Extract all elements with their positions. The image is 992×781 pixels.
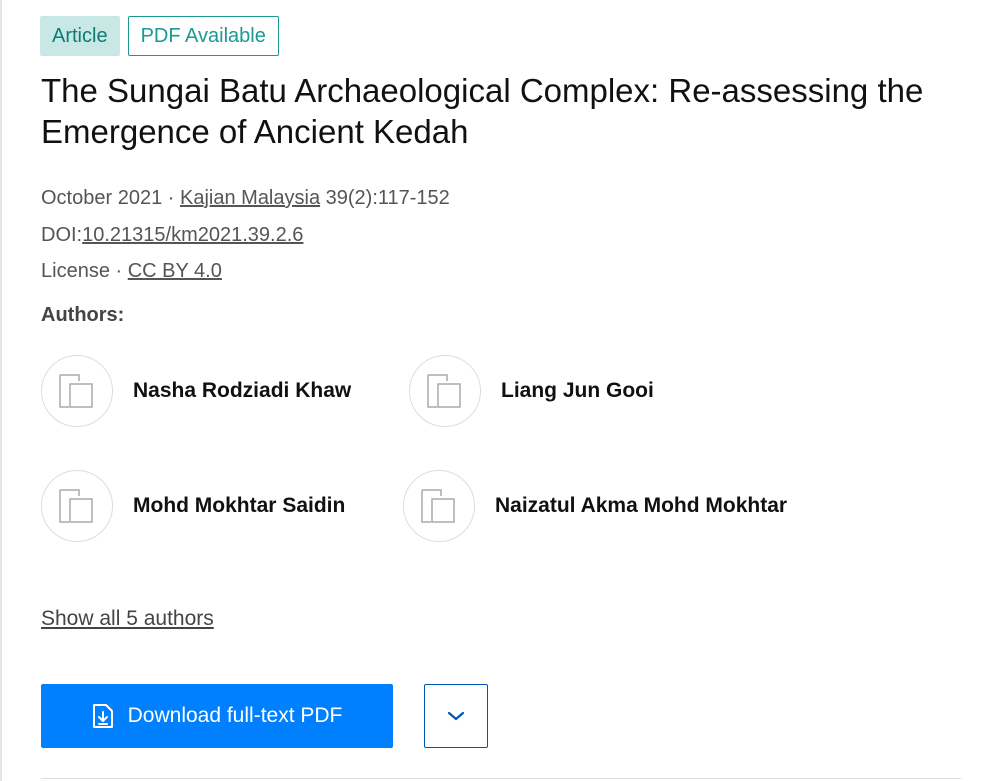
- license-label: License: [41, 260, 110, 282]
- author-name[interactable]: Nasha Rodziadi Khaw: [133, 379, 351, 403]
- article-type-badge: Article: [40, 16, 120, 56]
- chevron-down-icon: [447, 711, 465, 721]
- file-download-icon: [92, 703, 114, 729]
- author-item[interactable]: Mohd Mokhtar Saidin: [41, 470, 345, 542]
- download-options-dropdown[interactable]: [424, 684, 488, 748]
- license-line: License · CC BY 4.0: [41, 257, 222, 285]
- author-avatar[interactable]: [409, 355, 481, 427]
- publication-date: October 2021: [41, 187, 163, 209]
- download-pdf-button[interactable]: Download full-text PDF: [41, 684, 393, 748]
- meta-separator: ·: [167, 187, 175, 209]
- authors-heading: Authors:: [41, 304, 125, 326]
- section-divider: [41, 778, 961, 779]
- avatar-placeholder-icon: [59, 374, 93, 408]
- publication-date-journal: October 2021 · Kajian Malaysia 39(2):117…: [41, 184, 450, 212]
- avatar-placeholder-icon: [421, 489, 455, 523]
- doi-line: DOI:10.21315/km2021.39.2.6: [41, 221, 303, 249]
- author-avatar[interactable]: [41, 355, 113, 427]
- author-avatar[interactable]: [403, 470, 475, 542]
- avatar-placeholder-icon: [427, 374, 461, 408]
- journal-link[interactable]: Kajian Malaysia: [180, 187, 320, 209]
- badge-group: Article PDF Available: [40, 16, 279, 56]
- pdf-available-badge: PDF Available: [127, 16, 279, 56]
- meta-separator: ·: [115, 260, 123, 282]
- show-all-authors-link[interactable]: Show all 5 authors: [41, 607, 214, 631]
- avatar-placeholder-icon: [59, 489, 93, 523]
- doi-label: DOI:: [41, 224, 83, 246]
- author-avatar[interactable]: [41, 470, 113, 542]
- download-pdf-label: Download full-text PDF: [127, 704, 343, 727]
- doi-link[interactable]: 10.21315/km2021.39.2.6: [82, 224, 303, 246]
- author-name[interactable]: Naizatul Akma Mohd Mokhtar: [495, 494, 787, 518]
- publication-page: Article PDF Available The Sungai Batu Ar…: [0, 0, 992, 781]
- author-item[interactable]: Nasha Rodziadi Khaw: [41, 355, 351, 427]
- journal-pages: 39(2):117-152: [325, 187, 450, 209]
- publication-title: The Sungai Batu Archaeological Complex: …: [41, 72, 924, 150]
- author-item[interactable]: Liang Jun Gooi: [409, 355, 654, 427]
- author-name[interactable]: Mohd Mokhtar Saidin: [133, 494, 345, 518]
- author-item[interactable]: Naizatul Akma Mohd Mokhtar: [403, 470, 787, 542]
- author-name[interactable]: Liang Jun Gooi: [501, 379, 654, 403]
- license-link[interactable]: CC BY 4.0: [128, 260, 222, 282]
